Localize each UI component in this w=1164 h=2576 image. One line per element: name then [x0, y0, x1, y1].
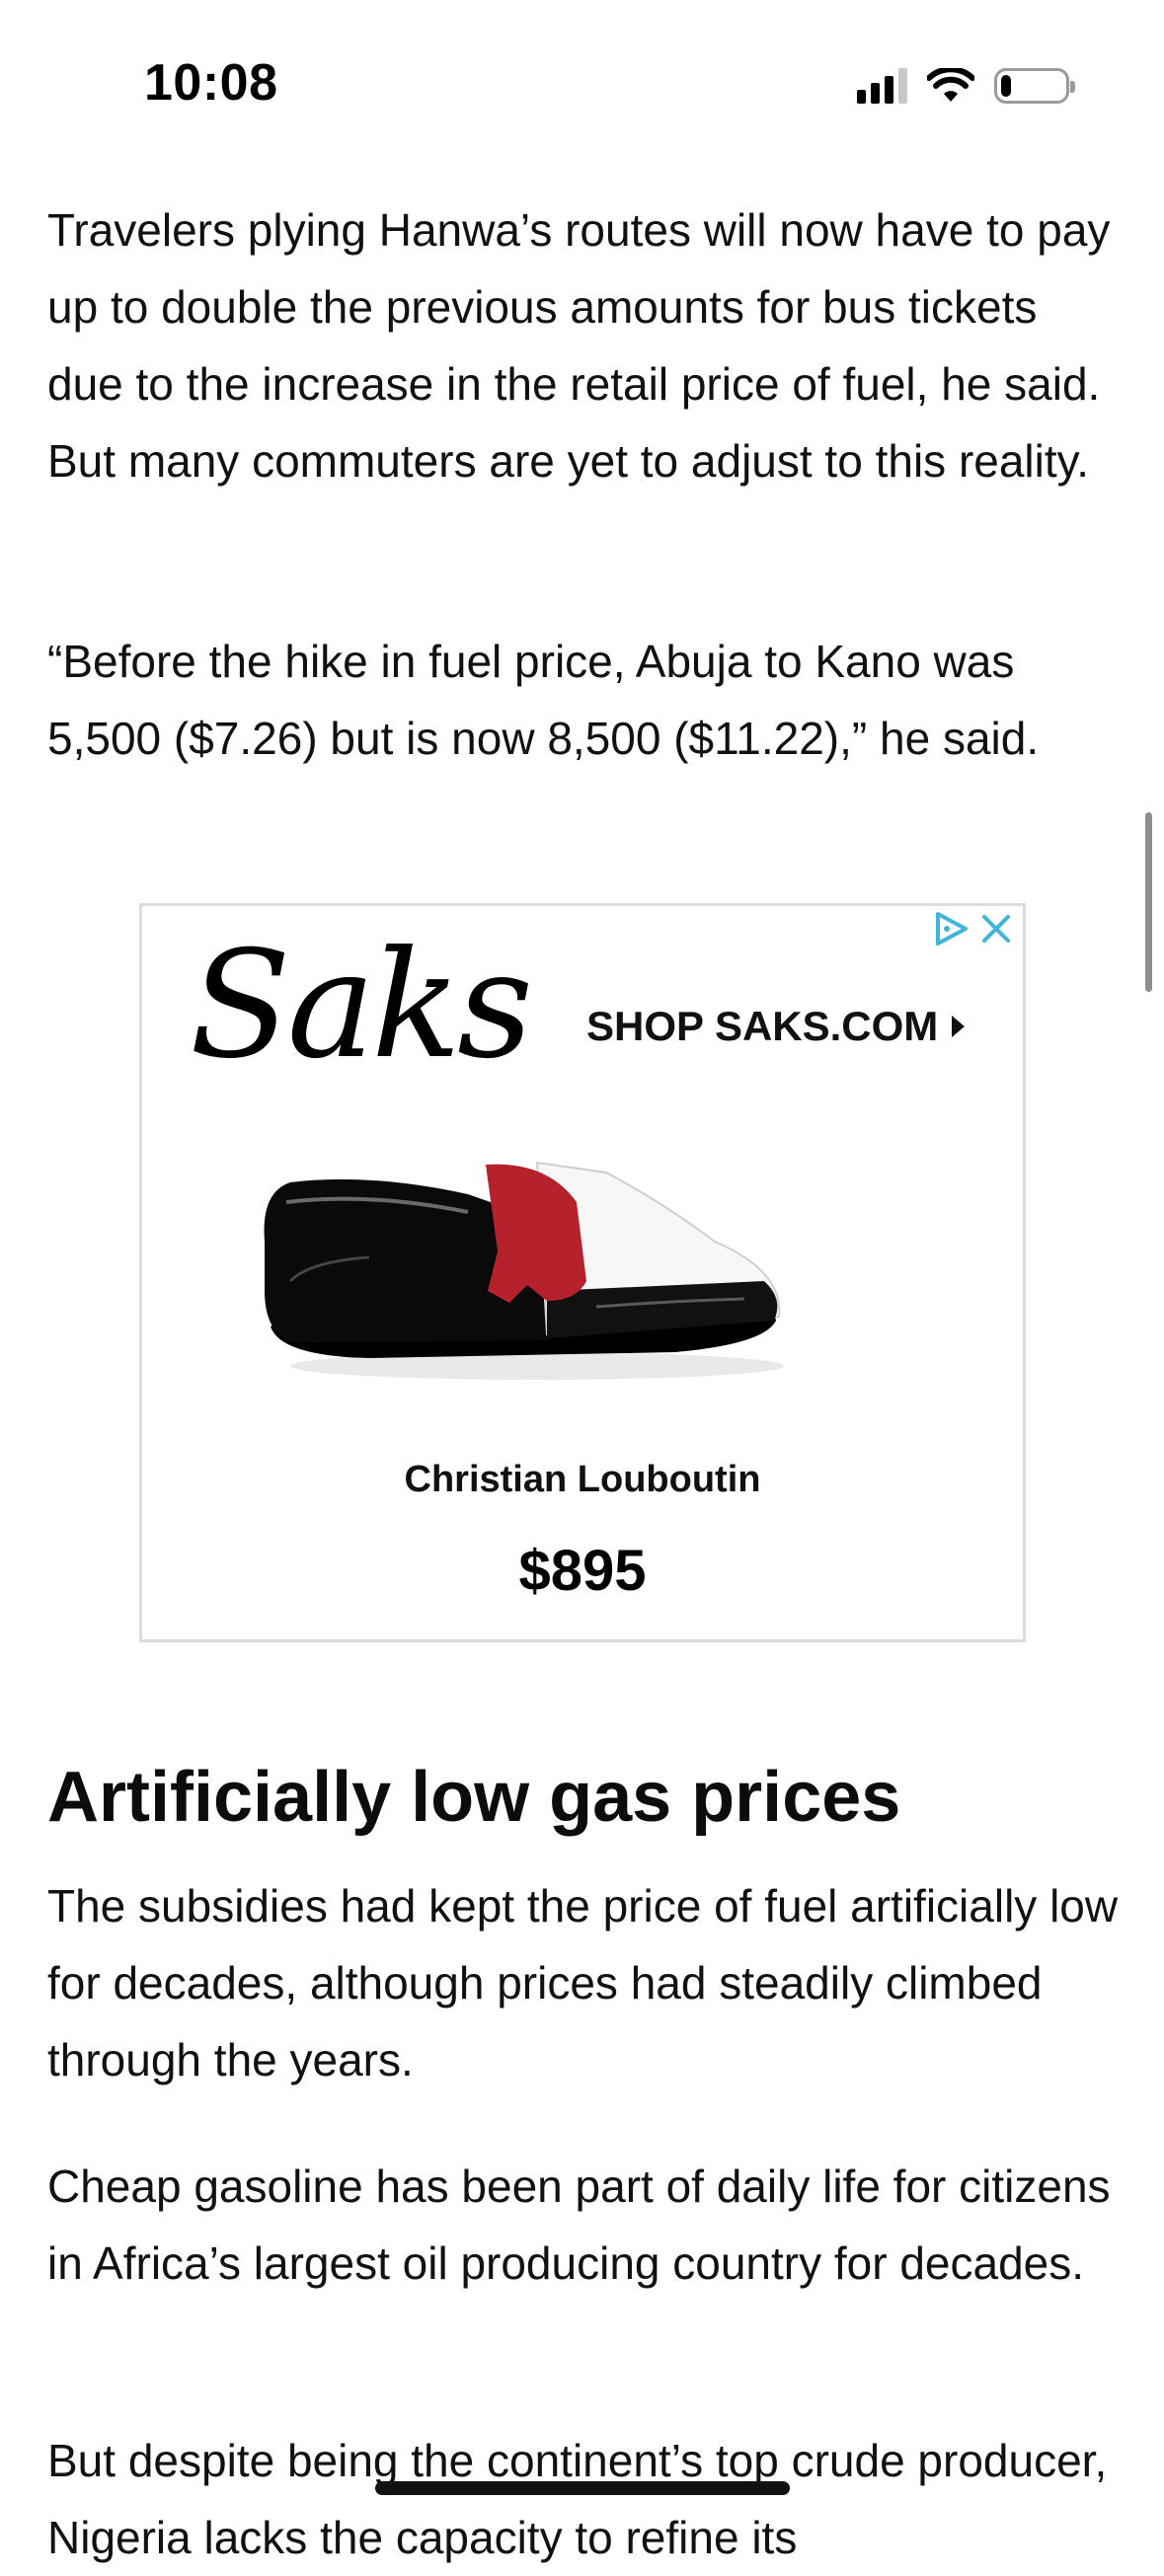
- section-heading: Artificially low gas prices: [47, 1758, 901, 1837]
- loafer-shoe-image[interactable]: [251, 1133, 804, 1390]
- cellular-signal-icon: [857, 68, 907, 104]
- saks-logo[interactable]: Saks: [190, 912, 533, 1099]
- article-paragraph: The subsidies had kept the price of fuel…: [47, 1880, 1119, 2085]
- adchoices-icon[interactable]: [932, 910, 970, 947]
- product-brand: Christian Louboutin: [404, 1459, 761, 1500]
- battery-level: [1001, 75, 1011, 97]
- wifi-icon: [927, 68, 974, 102]
- product-price: $895: [518, 1539, 647, 1603]
- shop-saks-link[interactable]: SHOP SAKS.COM: [586, 1003, 966, 1050]
- article-paragraph: Cheap gasoline has been part of daily li…: [47, 2160, 1111, 2289]
- close-icon[interactable]: [979, 912, 1013, 946]
- article-paragraph: “Before the hike in fuel price, Abuja to…: [47, 636, 1040, 764]
- play-arrow-icon: [952, 1016, 966, 1037]
- status-bar: 10:08: [0, 0, 1164, 148]
- advertisement[interactable]: Saks SHOP SAKS.COM Christian Louboutin $…: [139, 903, 1026, 1642]
- shop-saks-label: SHOP SAKS.COM: [586, 1003, 939, 1049]
- ad-choices[interactable]: [932, 910, 1013, 947]
- battery-icon: [994, 68, 1075, 104]
- scroll-indicator[interactable]: [1145, 812, 1152, 992]
- article-paragraph: Travelers plying Hanwa’s routes will now…: [47, 204, 1111, 487]
- home-indicator[interactable]: [375, 2481, 790, 2495]
- status-time: 10:08: [144, 54, 278, 112]
- article-paragraph: But despite being the continent’s top cr…: [47, 2435, 1108, 2563]
- status-icons: [857, 61, 1075, 111]
